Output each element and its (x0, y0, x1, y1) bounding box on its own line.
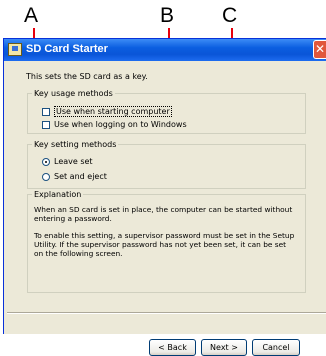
callout-label-b: B (160, 4, 175, 27)
callout-label-a: A (24, 4, 39, 27)
next-button[interactable]: Next > (201, 339, 247, 356)
radio-label: Leave set (54, 157, 93, 166)
explanation-group: Explanation When an SD card is set in pl… (27, 190, 306, 293)
explanation-legend: Explanation (34, 190, 82, 199)
radio-button[interactable] (42, 172, 50, 181)
button-separator (7, 312, 326, 314)
checkbox-label: Use when starting computer (54, 106, 172, 117)
explanation-paragraph-2: To enable this setting, a supervisor pas… (34, 231, 295, 258)
intro-text: This sets the SD card as a key. (26, 72, 148, 81)
checkbox-starting-computer[interactable]: Use when starting computer (42, 106, 172, 117)
cancel-button[interactable]: Cancel (252, 339, 300, 356)
checkbox-logging-on-windows[interactable]: Use when logging on to Windows (42, 120, 187, 129)
checkbox-label: Use when logging on to Windows (54, 120, 187, 129)
key-usage-legend: Key usage methods (34, 89, 113, 98)
explanation-paragraph-1: When an SD card is set in place, the com… (34, 205, 293, 223)
key-setting-group: Key setting methods Leave set Set and ej… (27, 140, 306, 189)
checkbox-box[interactable] (42, 120, 50, 129)
title-bar[interactable]: SD Card Starter ✕ (4, 39, 326, 61)
key-usage-group: Key usage methods Use when starting comp… (27, 89, 306, 134)
callout-label-c: C (222, 4, 238, 27)
close-button[interactable]: ✕ (313, 40, 326, 59)
radio-button[interactable] (42, 157, 50, 166)
app-icon (8, 43, 22, 56)
radio-leave-set[interactable]: Leave set (42, 157, 93, 166)
sd-card-starter-window: SD Card Starter ✕ This sets the SD card … (3, 38, 326, 356)
radio-set-and-eject[interactable]: Set and eject (42, 172, 107, 181)
window-title: SD Card Starter (26, 43, 108, 55)
checkbox-box[interactable] (42, 107, 50, 116)
back-button[interactable]: < Back (149, 339, 196, 356)
key-setting-legend: Key setting methods (34, 140, 117, 149)
radio-label: Set and eject (54, 172, 107, 181)
